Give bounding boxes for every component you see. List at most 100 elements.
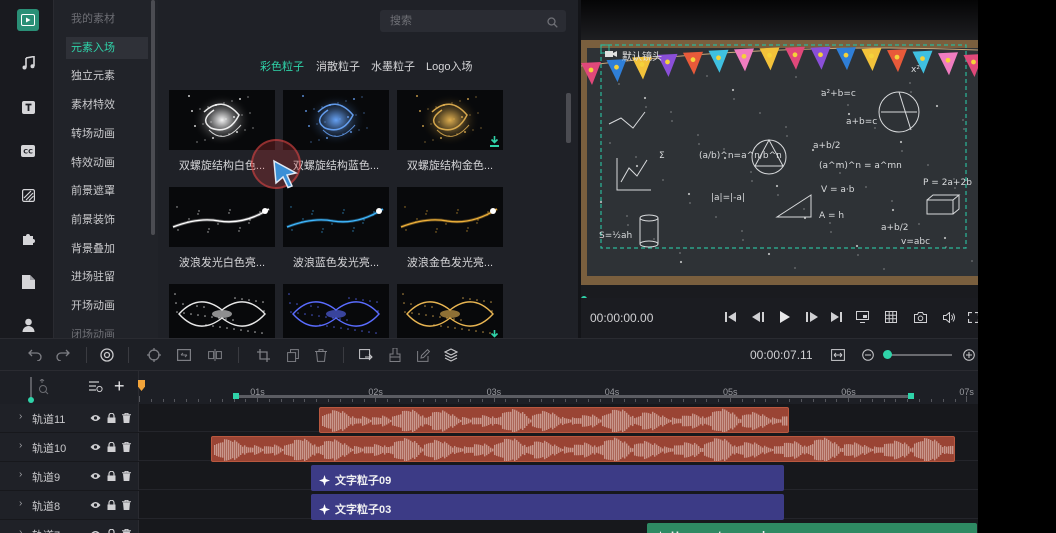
trash-icon[interactable]: [121, 470, 132, 481]
timeline-lock-knob[interactable]: [28, 397, 34, 403]
lock-icon[interactable]: [106, 441, 117, 452]
zoom-in-icon[interactable]: [961, 347, 977, 363]
eye-icon[interactable]: [90, 412, 101, 423]
zoom-slider-knob[interactable]: [883, 350, 892, 359]
element-icon[interactable]: [17, 228, 39, 250]
play-icon[interactable]: [777, 309, 793, 325]
category-item[interactable]: 特效动画: [66, 152, 148, 174]
edit-icon[interactable]: [415, 347, 431, 363]
eye-icon[interactable]: [90, 528, 101, 533]
grid-icon[interactable]: [883, 309, 899, 325]
material-card[interactable]: 双螺旋结构金色...: [397, 90, 503, 173]
tab-dissolve-particles[interactable]: 消散粒子: [316, 58, 360, 74]
chevron-right-icon[interactable]: ›: [19, 440, 22, 451]
track-manager-icon[interactable]: [89, 381, 103, 396]
search-input[interactable]: 搜索: [380, 10, 566, 32]
eye-icon[interactable]: [90, 441, 101, 452]
lock-icon[interactable]: [106, 499, 117, 510]
layers-icon[interactable]: [443, 347, 459, 363]
trash-icon[interactable]: [121, 528, 132, 533]
folder-icon[interactable]: [17, 271, 39, 293]
audio-clip[interactable]: [211, 436, 955, 462]
lock-icon[interactable]: [106, 470, 117, 481]
brush-icon[interactable]: [387, 347, 403, 363]
next-frame-icon[interactable]: [804, 309, 820, 325]
crop-icon[interactable]: [255, 347, 271, 363]
range-end-handle[interactable]: [908, 393, 914, 399]
material-card[interactable]: 波浪蓝色发光亮...: [283, 187, 389, 270]
fullscreen-icon[interactable]: [965, 309, 978, 325]
chevron-right-icon[interactable]: ›: [19, 411, 22, 422]
add-track-icon[interactable]: +: [114, 376, 125, 396]
eye-icon[interactable]: [90, 470, 101, 481]
material-thumbnail[interactable]: [397, 90, 503, 150]
material-thumbnail[interactable]: [397, 187, 503, 247]
material-thumbnail[interactable]: [169, 90, 275, 150]
export-frame-icon[interactable]: [358, 347, 374, 363]
material-thumbnail[interactable]: [169, 284, 275, 344]
text-icon[interactable]: [17, 96, 39, 118]
media-icon[interactable]: [17, 9, 39, 31]
material-thumbnail[interactable]: [283, 187, 389, 247]
material-card[interactable]: 波浪发光白色亮...: [169, 187, 275, 270]
category-item[interactable]: 我的素材: [66, 8, 148, 30]
trash-icon[interactable]: [121, 412, 132, 423]
magnet-search-icon[interactable]: [38, 378, 50, 400]
chevron-right-icon[interactable]: ›: [19, 469, 22, 480]
category-item[interactable]: 元素入场: [66, 36, 148, 59]
lock-icon[interactable]: [106, 528, 117, 533]
skip-to-start-icon[interactable]: [722, 309, 738, 325]
category-item[interactable]: 进场驻留: [66, 266, 148, 288]
zoom-out-icon[interactable]: [860, 347, 876, 363]
category-item[interactable]: 开场动画: [66, 295, 148, 317]
undo-icon[interactable]: [27, 347, 43, 363]
skip-to-end-icon[interactable]: [828, 309, 844, 325]
text-clip[interactable]: 文字粒子03: [311, 494, 784, 520]
tab-logo-entrance[interactable]: Logo入场: [426, 58, 472, 74]
playhead[interactable]: [138, 380, 145, 391]
lock-icon[interactable]: [106, 412, 117, 423]
person-icon[interactable]: [17, 314, 39, 336]
caption-icon[interactable]: CC: [17, 140, 39, 162]
eye-icon[interactable]: [90, 499, 101, 510]
copy-icon[interactable]: [285, 347, 301, 363]
material-thumbnail[interactable]: [283, 284, 389, 344]
fit-width-icon[interactable]: [830, 347, 846, 363]
redo-icon[interactable]: [55, 347, 71, 363]
snapshot-icon[interactable]: [912, 309, 928, 325]
trash-icon[interactable]: [121, 441, 132, 452]
text-clip[interactable]: Hang on to your dreams: [647, 523, 977, 533]
category-item[interactable]: 转场动画: [66, 123, 148, 145]
zoom-slider-track[interactable]: [886, 354, 952, 356]
category-item[interactable]: 独立元素: [66, 65, 148, 87]
render-range-bar[interactable]: [236, 395, 912, 398]
record-icon[interactable]: [99, 347, 115, 363]
material-thumbnail[interactable]: [283, 90, 389, 150]
tab-ink-particles[interactable]: 水墨粒子: [371, 58, 415, 74]
volume-icon[interactable]: [941, 309, 957, 325]
material-thumbnail[interactable]: [169, 187, 275, 247]
material-scrollbar[interactable]: [566, 93, 571, 143]
range-start-handle[interactable]: [233, 393, 239, 399]
category-scrollbar[interactable]: [151, 0, 155, 235]
keyframe-icon[interactable]: [146, 347, 162, 363]
chevron-right-icon[interactable]: ›: [19, 498, 22, 509]
category-item[interactable]: 前景遮罩: [66, 180, 148, 202]
text-clip[interactable]: 文字粒子09: [311, 465, 784, 491]
tab-colorful-particles[interactable]: 彩色粒子: [260, 58, 304, 74]
split-icon[interactable]: [207, 347, 223, 363]
category-item[interactable]: 素材特效: [66, 94, 148, 116]
download-icon[interactable]: [489, 136, 500, 147]
category-item[interactable]: 前景装饰: [66, 209, 148, 231]
screen-icon[interactable]: [854, 309, 870, 325]
material-card[interactable]: 波浪金色发光亮...: [397, 187, 503, 270]
filter-icon[interactable]: [17, 184, 39, 206]
category-item[interactable]: 背景叠加: [66, 238, 148, 260]
crop-frame-icon[interactable]: [176, 347, 192, 363]
chevron-right-icon[interactable]: ›: [19, 527, 22, 533]
delete-icon[interactable]: [313, 347, 329, 363]
prev-frame-icon[interactable]: [750, 309, 766, 325]
audio-clip[interactable]: [319, 407, 789, 433]
timeline-ruler[interactable]: 01s 02s 03s 04s 05s 06s 07s: [138, 371, 978, 404]
trash-icon[interactable]: [121, 499, 132, 510]
